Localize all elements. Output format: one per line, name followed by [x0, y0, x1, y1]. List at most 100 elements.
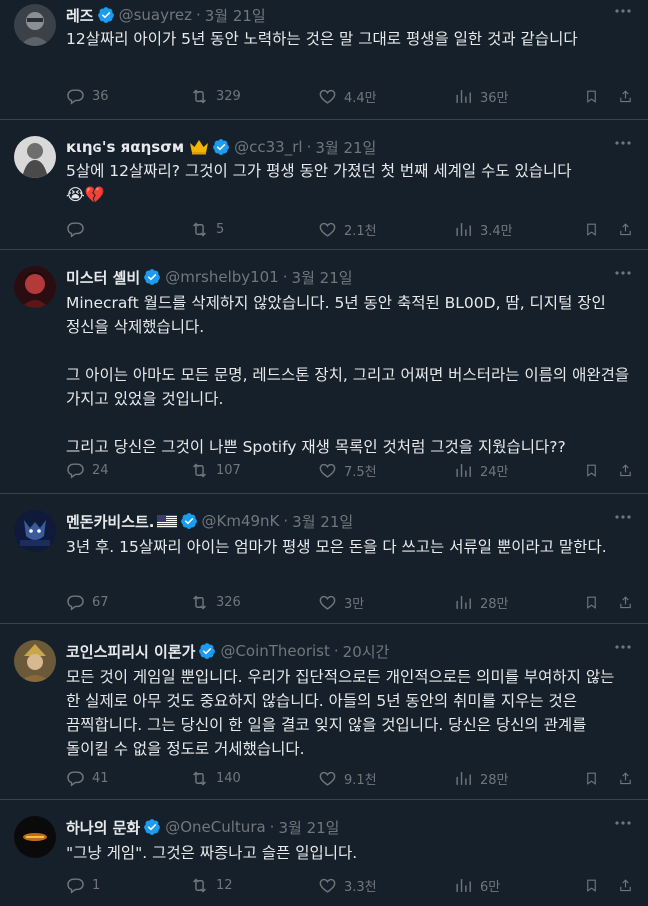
share-icon: [620, 464, 631, 477]
reply-button[interactable]: 1: [66, 876, 100, 895]
bookmark-icon: [587, 879, 596, 892]
views-icon: [456, 223, 471, 236]
display-name[interactable]: 레즈: [66, 5, 94, 26]
like-count: 9.1천: [344, 773, 377, 788]
handle[interactable]: @cc33_rl: [234, 138, 302, 156]
tweet-text: Minecraft 월드를 삭제하지 않았습니다. 5년 동안 축적된 BL00…: [66, 291, 630, 459]
like-icon: [319, 463, 336, 478]
like-button[interactable]: 7.5천: [318, 461, 377, 480]
avatar[interactable]: [14, 640, 56, 682]
views-icon: [456, 90, 471, 103]
tweet[interactable]: 코인스피리시 이론가 @CoinTheorist · 20시간 모든 것이 게임…: [0, 624, 648, 800]
views-icon: [456, 596, 471, 609]
more-icon[interactable]: [612, 134, 634, 152]
views-button[interactable]: 24만: [454, 461, 509, 480]
bookmark-button[interactable]: [584, 593, 606, 612]
bookmark-button[interactable]: [584, 769, 606, 788]
share-icon: [620, 596, 631, 609]
retweet-button[interactable]: 140: [190, 769, 241, 788]
tweet[interactable]: 하나의 문화 @OneCultura · 3월 21일 "그냥 게임". 그것은…: [0, 800, 648, 906]
avatar[interactable]: [14, 4, 56, 46]
share-button[interactable]: [618, 593, 640, 612]
timestamp[interactable]: 3월 21일: [292, 511, 353, 532]
retweet-icon: [193, 595, 206, 610]
more-icon[interactable]: [612, 638, 634, 656]
share-button[interactable]: [618, 876, 640, 895]
reply-button[interactable]: 36: [66, 87, 109, 106]
retweet-button[interactable]: 12: [190, 876, 233, 895]
retweet-button[interactable]: 329: [190, 87, 241, 106]
share-button[interactable]: [618, 87, 640, 106]
share-button[interactable]: [618, 769, 640, 788]
verified-badge: [198, 642, 216, 660]
retweet-button[interactable]: 107: [190, 461, 241, 480]
views-button[interactable]: 28만: [454, 593, 509, 612]
handle[interactable]: @CoinTheorist: [220, 642, 329, 660]
tweet[interactable]: 멘돈카비스트. @Km49nK · 3월 21일 3년 후. 15살짜리 아이는…: [0, 494, 648, 624]
separator-dot: ·: [333, 642, 339, 660]
tweet-paragraph: 그리고 당신은 그것이 나쁜 Spotify 재생 목록인 것처럼 그것을 지웠…: [66, 438, 566, 456]
avatar[interactable]: [14, 510, 56, 552]
reply-button[interactable]: [66, 220, 92, 239]
like-button[interactable]: 9.1천: [318, 769, 377, 788]
like-button[interactable]: 3만: [318, 593, 364, 612]
bookmark-button[interactable]: [584, 87, 606, 106]
bookmark-button[interactable]: [584, 220, 606, 239]
views-button[interactable]: 28만: [454, 769, 509, 788]
like-button[interactable]: 2.1천: [318, 220, 377, 239]
action-bar: 1 12 3.3천 6만: [66, 876, 634, 896]
tweet-text: 3년 후. 15살짜리 아이는 엄마가 평생 모은 돈을 다 쓰고는 서류일 뿐…: [66, 535, 630, 559]
timestamp[interactable]: 3월 21일: [292, 267, 353, 288]
reply-button[interactable]: 24: [66, 461, 109, 480]
views-button[interactable]: 6만: [454, 876, 500, 895]
tweet-paragraph: 5살에 12살짜리? 그것이 그가 평생 동안 가졌던 첫 번째 세계일 수도 …: [66, 162, 572, 180]
bookmark-button[interactable]: [584, 461, 606, 480]
bookmark-button[interactable]: [584, 876, 606, 895]
reply-button[interactable]: 67: [66, 593, 109, 612]
bookmark-icon: [587, 90, 596, 103]
avatar[interactable]: [14, 816, 56, 858]
like-icon: [319, 222, 336, 237]
more-icon[interactable]: [612, 508, 634, 526]
like-button[interactable]: 3.3천: [318, 876, 377, 895]
timestamp[interactable]: 3월 21일: [315, 137, 376, 158]
tweet-text: "그냥 게임". 그것은 짜증나고 슬픈 일입니다.: [66, 841, 630, 865]
more-icon[interactable]: [612, 2, 634, 20]
views-button[interactable]: 36만: [454, 87, 509, 106]
tweet[interactable]: 레즈 @suayrez · 3월 21일 12살짜리 아이가 5년 동안 노력하…: [0, 0, 648, 120]
more-icon[interactable]: [612, 264, 634, 282]
reply-icon: [67, 89, 84, 105]
handle[interactable]: @suayrez: [119, 6, 192, 24]
timestamp[interactable]: 20시간: [343, 641, 390, 662]
reply-button[interactable]: 41: [66, 769, 109, 788]
verified-icon: [199, 643, 216, 659]
tweet-feed: 레즈 @suayrez · 3월 21일 12살짜리 아이가 5년 동안 노력하…: [0, 0, 648, 906]
avatar[interactable]: [14, 266, 56, 308]
share-button[interactable]: [618, 461, 640, 480]
timestamp[interactable]: 3월 21일: [278, 817, 339, 838]
handle[interactable]: @mrshelby101: [165, 268, 279, 286]
like-button[interactable]: 4.4만: [318, 87, 377, 106]
tweet-text: 5살에 12살짜리? 그것이 그가 평생 동안 가졌던 첫 번째 세계일 수도 …: [66, 159, 630, 207]
handle[interactable]: @Km49nK: [202, 512, 280, 530]
retweet-count: 12: [216, 878, 233, 893]
retweet-count: 107: [216, 463, 241, 478]
views-button[interactable]: 3.4만: [454, 220, 513, 239]
tweet-text: 모든 것이 게임일 뿐입니다. 우리가 집단적으로든 개인적으로든 의미를 부여…: [66, 665, 630, 761]
tweet[interactable]: ĸιηɢ's яαηѕσм @cc33_rl · 3월 21일 5살에 12살짜…: [0, 120, 648, 250]
tweet[interactable]: 미스터 셸비 @mrshelby101 · 3월 21일 Minecraft 월…: [0, 250, 648, 494]
display-name[interactable]: 하나의 문화: [66, 817, 140, 838]
retweet-button[interactable]: 326: [190, 593, 241, 612]
display-name[interactable]: ĸιηɢ's яαηѕσм: [66, 138, 184, 156]
display-name[interactable]: 멘돈카비스트.: [66, 511, 155, 532]
handle[interactable]: @OneCultura: [165, 818, 265, 836]
more-icon[interactable]: [612, 814, 634, 832]
retweet-button[interactable]: 5: [190, 220, 224, 239]
avatar[interactable]: [14, 136, 56, 178]
display-name[interactable]: 미스터 셸비: [66, 267, 140, 288]
timestamp[interactable]: 3월 21일: [205, 5, 266, 26]
tweet-header: 하나의 문화 @OneCultura · 3월 21일: [66, 815, 608, 839]
display-name[interactable]: 코인스피리시 이론가: [66, 641, 195, 662]
share-button[interactable]: [618, 220, 640, 239]
separator-dot: ·: [282, 268, 288, 286]
